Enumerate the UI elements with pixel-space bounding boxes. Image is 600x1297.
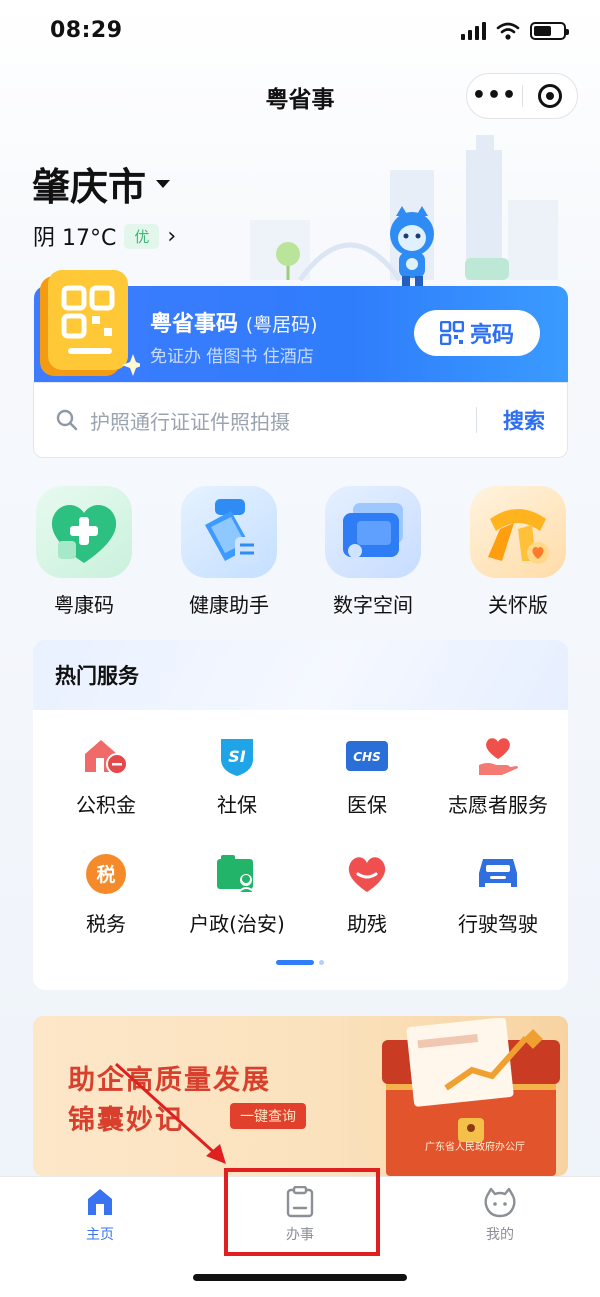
svg-text:CHS: CHS <box>353 750 381 764</box>
service-label-housing-fund: 公积金 <box>76 793 136 817</box>
home-indicator <box>193 1274 407 1281</box>
home-icon <box>88 1189 112 1215</box>
city-illustration <box>250 135 558 286</box>
weather-info[interactable]: 阴 17°C 优 › <box>33 220 176 252</box>
svg-text:SI: SI <box>228 747 246 766</box>
miniprogram-capsule: ••• <box>466 73 578 119</box>
service-social-security[interactable]: SI <box>213 734 261 778</box>
tile-label-health-code: 粤康码 <box>54 593 114 617</box>
disability-aid-heart-icon <box>348 857 386 892</box>
service-label-volunteer: 志愿者服务 <box>448 793 548 817</box>
weather-text: 阴 17°C <box>33 226 117 251</box>
show-code-label: 亮码 <box>469 323 514 348</box>
code-card-title: 粤省事码 (粤居码) <box>150 306 318 338</box>
annotation-arrow <box>114 1062 226 1164</box>
city-name: 肇庆市 <box>32 165 147 209</box>
service-driving[interactable] <box>474 852 522 896</box>
code-card-suffix: (粤居码) <box>245 314 318 336</box>
service-tax[interactable]: 税 <box>82 852 130 896</box>
service-household[interactable] <box>213 852 261 896</box>
search-bar[interactable]: 护照通行证证件照拍摄 搜索 <box>33 382 568 458</box>
battery-icon <box>530 22 569 40</box>
tile-care-mode[interactable] <box>470 486 566 578</box>
tab-profile[interactable]: 我的 <box>440 1186 560 1244</box>
code-card-subtitle: 免证办 借图书 住酒店 <box>150 347 314 367</box>
target-icon <box>537 84 562 108</box>
search-input[interactable]: 护照通行证证件照拍摄 <box>90 406 476 435</box>
more-button[interactable]: ••• <box>467 85 522 107</box>
health-assistant-icon <box>205 499 259 563</box>
service-housing-fund[interactable] <box>82 734 130 778</box>
housing-fund-icon <box>85 740 128 775</box>
signal-icon <box>461 22 486 40</box>
banner-chest-caption: 广东省人民政府办公厅 <box>425 1142 525 1153</box>
tab-profile-label: 我的 <box>486 1227 514 1243</box>
close-miniprogram-button[interactable] <box>523 84 577 108</box>
banner-query-button[interactable]: 一键查询 <box>230 1103 306 1129</box>
service-disability-aid[interactable] <box>343 852 391 896</box>
hot-services-title: 热门服务 <box>33 640 568 710</box>
profile-icon <box>484 1187 516 1218</box>
air-quality-badge: 优 <box>124 223 160 249</box>
service-label-social-security: 社保 <box>217 793 257 817</box>
tile-digital-space[interactable] <box>325 486 421 578</box>
tile-label-digital-space: 数字空间 <box>333 593 413 617</box>
tile-label-health-assistant: 健康助手 <box>189 593 269 617</box>
volunteer-heart-hand-icon <box>479 738 518 775</box>
service-label-medical-insurance: 医保 <box>347 793 387 817</box>
qr-code-icon <box>439 321 464 345</box>
health-code-heart-icon <box>51 504 117 563</box>
tile-label-care-mode: 关怀版 <box>488 593 548 617</box>
status-time: 08:29 <box>50 18 123 43</box>
service-label-driving: 行驶驾驶 <box>458 912 538 936</box>
code-card-name: 粤省事码 <box>150 312 239 337</box>
tile-health-code[interactable] <box>36 486 132 578</box>
medical-insurance-chs-icon: CHS <box>346 741 388 771</box>
household-registration-icon <box>217 855 258 894</box>
care-scarf-icon <box>488 509 549 564</box>
digital-space-cards-icon <box>343 503 403 558</box>
city-selector[interactable]: 肇庆市 <box>32 156 171 211</box>
chevron-right-icon: › <box>167 223 177 249</box>
tile-health-assistant[interactable] <box>181 486 277 578</box>
show-code-button[interactable]: 亮码 <box>414 310 540 356</box>
tab-home[interactable]: 主页 <box>40 1186 160 1244</box>
service-label-disability-aid: 助残 <box>347 912 387 936</box>
page-indicator <box>276 960 324 965</box>
tab-home-label: 主页 <box>86 1227 114 1243</box>
search-button[interactable]: 搜索 <box>503 405 545 435</box>
service-medical-insurance[interactable]: CHS <box>343 734 391 778</box>
tax-icon-text: 税 <box>96 863 115 886</box>
tax-icon: 税 <box>86 854 126 894</box>
service-volunteer[interactable] <box>474 734 522 778</box>
status-icons <box>461 22 569 40</box>
car-icon <box>479 859 517 887</box>
annotation-highlight-box <box>224 1168 380 1256</box>
service-label-household: 户政(治安) <box>189 912 285 936</box>
service-label-tax: 税务 <box>86 912 126 936</box>
social-security-si-icon: SI <box>221 739 253 776</box>
qr-badge-icon <box>40 270 140 376</box>
wifi-icon <box>496 22 520 40</box>
search-icon <box>56 409 78 431</box>
caret-down-icon <box>156 179 171 188</box>
